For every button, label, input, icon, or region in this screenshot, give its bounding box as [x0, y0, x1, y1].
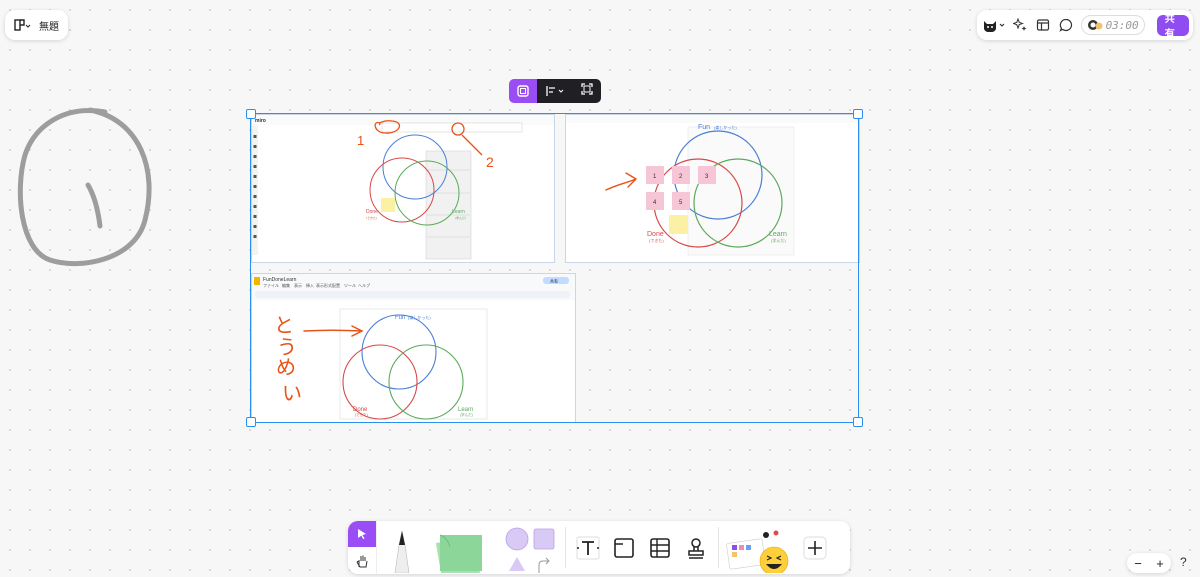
handwritten-circled-number[interactable]: 1 [10, 100, 160, 280]
resize-handle-bottom-right[interactable] [853, 417, 863, 427]
frame-selection-button[interactable] [509, 79, 537, 103]
board-title[interactable]: 無題 [39, 18, 59, 33]
sticky-note-icon [436, 534, 482, 573]
pointer-tools [348, 521, 376, 574]
table-icon [650, 537, 670, 558]
comment-icon [1059, 18, 1073, 32]
frame-corners-icon [581, 82, 593, 95]
templates-emoji-icon [726, 530, 789, 573]
bottom-toolbar [348, 521, 850, 574]
frame-square-icon [517, 85, 529, 97]
timer-value: 03:00 [1105, 18, 1139, 32]
frame-tool-button[interactable] [606, 521, 642, 574]
board-title-panel: 無題 [5, 10, 68, 40]
toolbar-divider-2 [718, 527, 719, 568]
toolbar-divider [565, 527, 566, 568]
cursor-chat-button[interactable] [981, 12, 1007, 38]
zoom-out-button[interactable]: − [1134, 556, 1142, 571]
pen-tool-button[interactable] [376, 521, 427, 574]
sticky-note-tool-button[interactable] [427, 521, 499, 574]
align-left-icon [546, 86, 564, 96]
convert-to-frame-button[interactable] [580, 82, 594, 101]
cursor-arrow-icon [358, 529, 366, 540]
comment-button[interactable] [1055, 12, 1076, 38]
shapes-tool-button[interactable] [499, 521, 561, 574]
hand-tool-button[interactable] [348, 547, 376, 574]
select-tool-button[interactable] [348, 521, 376, 547]
plus-icon [803, 536, 827, 559]
layout-button[interactable] [1032, 12, 1053, 38]
help-button[interactable]: ? [1180, 555, 1187, 569]
frame-icon [614, 537, 634, 558]
selection-bounding-box[interactable] [250, 113, 859, 423]
timer-stopwatch-icon [1087, 20, 1103, 30]
stamp-icon [688, 537, 704, 559]
figjam-logo-icon [14, 19, 31, 31]
share-button[interactable]: 共有 [1156, 14, 1189, 40]
add-more-button[interactable] [793, 521, 837, 574]
table-tool-button[interactable] [642, 521, 678, 574]
selection-context-toolbar [509, 79, 601, 103]
resize-handle-top-right[interactable] [853, 109, 863, 119]
zoom-controls: − + [1127, 553, 1171, 573]
text-tool-button[interactable] [570, 521, 606, 574]
layout-icon [1036, 19, 1049, 31]
zoom-in-button[interactable]: + [1156, 556, 1164, 571]
cat-avatar-icon [984, 21, 1005, 33]
resize-handle-top-left[interactable] [246, 109, 256, 119]
stamp-tool-button[interactable] [678, 521, 714, 574]
ai-sparkle-button[interactable] [1009, 12, 1030, 38]
pen-icon [394, 530, 410, 573]
sparkle-icon [1012, 18, 1027, 31]
hand-icon [356, 555, 368, 567]
timer-widget[interactable]: 03:00 [1080, 15, 1145, 35]
header-right-panel: 03:00 共有 [977, 10, 1193, 40]
templates-widgets-button[interactable] [723, 521, 793, 574]
resize-handle-bottom-left[interactable] [246, 417, 256, 427]
main-menu-button[interactable] [11, 12, 33, 38]
shapes-icon [505, 527, 555, 573]
text-t-icon [576, 536, 600, 559]
handwritten-digit-text: 1 [10, 100, 11, 101]
align-dropdown[interactable] [544, 84, 566, 98]
